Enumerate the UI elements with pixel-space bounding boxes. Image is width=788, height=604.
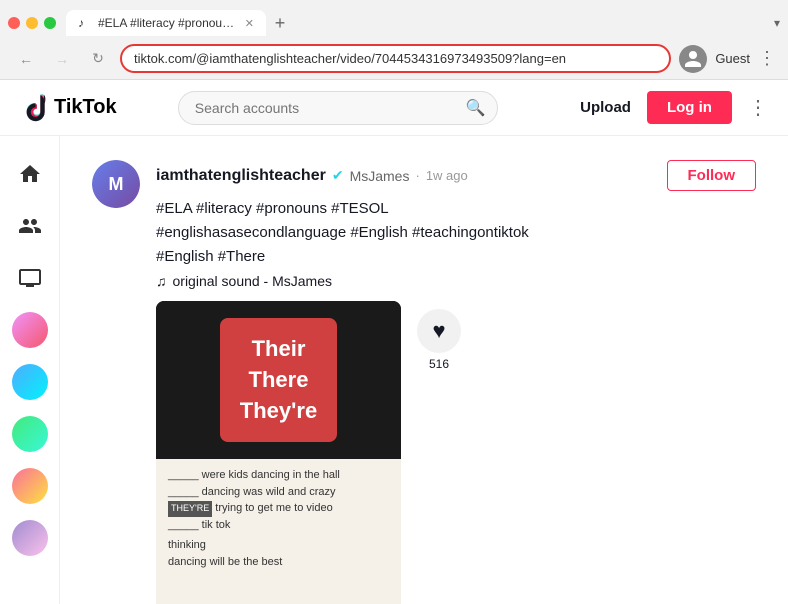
- header-search: 🔍: [178, 91, 498, 125]
- login-button[interactable]: Log in: [647, 91, 732, 124]
- new-tab-button[interactable]: +: [266, 9, 294, 37]
- video-top: TheirThereThey're: [156, 301, 401, 459]
- video-bottom: _____ were kids dancing in the hall ____…: [156, 459, 401, 604]
- theyre-badge: THEY'RE: [168, 501, 212, 517]
- like-action: ♥ 516: [417, 309, 461, 371]
- sidebar-item-home[interactable]: [8, 152, 52, 196]
- address-bar[interactable]: [120, 44, 671, 73]
- post-avatar[interactable]: M: [92, 160, 140, 208]
- address-bar-wrapper: [120, 44, 671, 73]
- minimize-window-button[interactable]: [26, 17, 38, 29]
- tiktok-app: TikTok 🔍 Upload Log in ⋮: [0, 80, 788, 604]
- search-icon: 🔍: [466, 98, 486, 118]
- browser-chrome: ♪ #ELA #literacy #pronouns #TE... ✕ + ▾ …: [0, 0, 788, 80]
- tab-close-button[interactable]: ✕: [245, 17, 254, 30]
- main-content: M iamthatenglishteacher ✔ MsJames · 1w a…: [60, 136, 788, 604]
- verified-icon: ✔: [332, 167, 344, 184]
- browser-guest-label: Guest: [715, 51, 750, 66]
- post-display-name: MsJames: [350, 168, 410, 184]
- traffic-lights: [8, 17, 56, 29]
- post-username[interactable]: iamthatenglishteacher: [156, 167, 326, 185]
- tiktok-header: TikTok 🔍 Upload Log in ⋮: [0, 80, 788, 136]
- sidebar-avatar-1[interactable]: [12, 312, 48, 348]
- browser-controls: ▾: [774, 16, 780, 30]
- post-tags: #ELA #literacy #pronouns #TESOL #english…: [156, 197, 756, 269]
- heart-icon: ♥: [432, 318, 445, 344]
- tiktok-logo-icon: [20, 93, 50, 123]
- post-sound[interactable]: ♫ original sound - MsJames: [156, 273, 756, 289]
- sidebar-avatar-2[interactable]: [12, 364, 48, 400]
- like-count: 516: [429, 357, 449, 371]
- like-button[interactable]: ♥: [417, 309, 461, 353]
- video-post: M iamthatenglishteacher ✔ MsJames · 1w a…: [92, 160, 756, 604]
- search-input[interactable]: [178, 91, 498, 125]
- post-time-ago: 1w ago: [426, 168, 468, 183]
- upload-button[interactable]: Upload: [580, 99, 631, 116]
- music-icon: ♫: [156, 273, 167, 289]
- maximize-window-button[interactable]: [44, 17, 56, 29]
- video-card: TheirThereThey're: [220, 318, 337, 442]
- close-window-button[interactable]: [8, 17, 20, 29]
- friends-icon: [18, 214, 42, 238]
- sidebar-avatar-5[interactable]: [12, 520, 48, 556]
- browser-more-button[interactable]: ⋮: [758, 48, 776, 69]
- tab-favicon-icon: ♪: [78, 16, 92, 30]
- post-sound-text: original sound - MsJames: [173, 273, 333, 289]
- active-tab[interactable]: ♪ #ELA #literacy #pronouns #TE... ✕: [66, 10, 266, 36]
- app-body: M iamthatenglishteacher ✔ MsJames · 1w a…: [0, 136, 788, 604]
- video-actions: ♥ 516: [417, 301, 461, 604]
- sidebar-item-live[interactable]: [8, 256, 52, 300]
- tiktok-logo-text: TikTok: [54, 96, 117, 119]
- forward-button[interactable]: →: [48, 45, 76, 73]
- post-header: iamthatenglishteacher ✔ MsJames · 1w ago…: [156, 160, 756, 191]
- sidebar: [0, 136, 60, 604]
- video-text-overlay: _____ were kids dancing in the hall ____…: [156, 459, 401, 604]
- video-container: TheirThereThey're _____ were kids dancin…: [156, 301, 756, 604]
- video-card-text: TheirThereThey're: [240, 334, 317, 426]
- post-user: iamthatenglishteacher ✔ MsJames · 1w ago: [156, 167, 468, 185]
- tab-bar: ♪ #ELA #literacy #pronouns #TE... ✕ + ▾: [0, 0, 788, 38]
- sidebar-avatar-3[interactable]: [12, 416, 48, 452]
- back-button[interactable]: ←: [12, 45, 40, 73]
- header-more-button[interactable]: ⋮: [748, 95, 768, 120]
- tab-title: #ELA #literacy #pronouns #TE...: [98, 16, 239, 30]
- live-icon: [18, 266, 42, 290]
- post-time: ·: [415, 168, 419, 183]
- nav-bar: ← → ↻ Guest ⋮: [0, 38, 788, 79]
- follow-button[interactable]: Follow: [667, 160, 757, 191]
- header-right: Upload Log in ⋮: [580, 91, 768, 124]
- home-icon: [18, 162, 42, 186]
- post-info: iamthatenglishteacher ✔ MsJames · 1w ago…: [156, 160, 756, 604]
- sidebar-avatar-4[interactable]: [12, 468, 48, 504]
- video-thumbnail[interactable]: TheirThereThey're _____ were kids dancin…: [156, 301, 401, 604]
- sidebar-item-friends[interactable]: [8, 204, 52, 248]
- tiktok-logo[interactable]: TikTok: [20, 93, 117, 123]
- reload-button[interactable]: ↻: [84, 45, 112, 73]
- browser-profile-icon[interactable]: [679, 45, 707, 73]
